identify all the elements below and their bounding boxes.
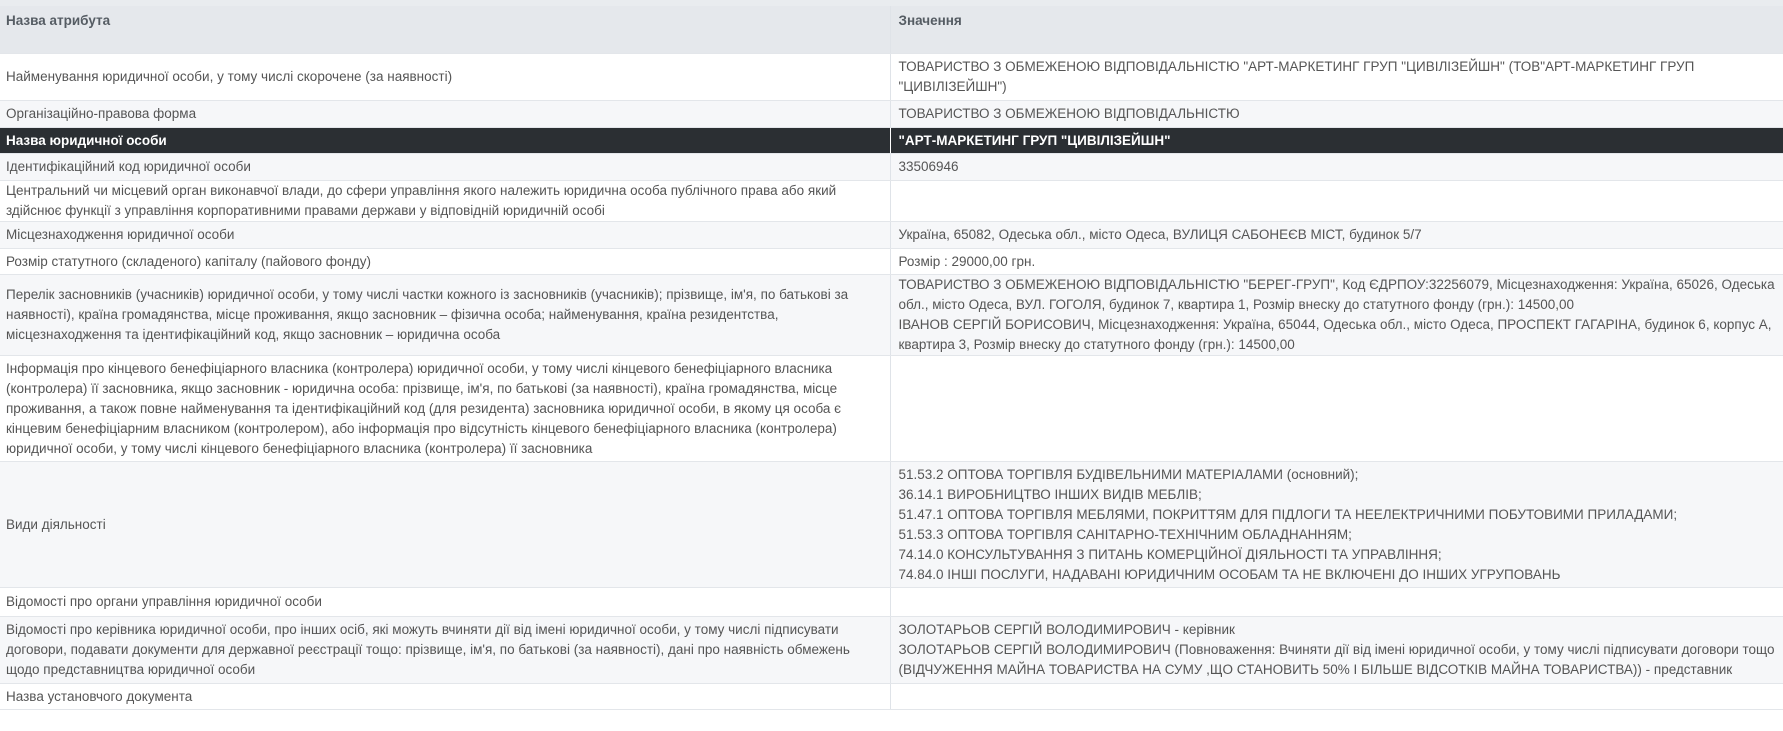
table-row: Центральний чи місцевий орган виконавчої… [0,180,1783,222]
table-header-row: Назва атрибута Значення [0,6,1783,54]
row-value: "АРТ-МАРКЕТИНГ ГРУП "ЦИВІЛІЗЕЙШН" [890,127,1783,154]
table-row: Види діяльності 51.53.2 ОПТОВА ТОРГІВЛЯ … [0,461,1783,588]
row-value [890,355,1783,462]
activity-line: 74.84.0 ІНШІ ПОСЛУГИ, НАДАВАНІ ЮРИДИЧНИМ… [898,566,1561,582]
activity-line: 51.47.1 ОПТОВА ТОРГІВЛЯ МЕБЛЯМИ, ПОКРИТТ… [898,506,1678,522]
row-value: ТОВАРИСТВО З ОБМЕЖЕНОЮ ВІДПОВІДАЛЬНІСТЮ … [890,53,1783,101]
row-value: ЗОЛОТАРЬОВ СЕРГІЙ ВОЛОДИМИРОВИЧ - керівн… [890,616,1783,684]
table-row: Відомості про керівника юридичної особи,… [0,616,1783,684]
row-value [890,587,1783,617]
activity-line: 36.14.1 ВИРОБНИЦТВО ІНШИХ ВИДІВ МЕБЛІВ; [898,486,1202,502]
activity-line: 51.53.2 ОПТОВА ТОРГІВЛЯ БУДІВЕЛЬНИМИ МАТ… [898,466,1359,482]
table-row-highlighted: Назва юридичної особи "АРТ-МАРКЕТИНГ ГРУ… [0,127,1783,154]
table-row: Ідентифікаційний код юридичної особи 335… [0,153,1783,181]
row-value: Розмір : 29000,00 грн. [890,248,1783,275]
registry-page: Назва атрибута Значення Найменування юри… [0,0,1783,731]
row-value: Україна, 65082, Одеська обл., місто Одес… [890,221,1783,249]
row-attribute: Найменування юридичної особи, у тому чис… [0,53,891,101]
founder-line: ІВАНОВ СЕРГІЙ БОРИСОВИЧ, Місцезнаходженн… [898,317,1772,352]
row-value [890,683,1783,710]
table-row: Місцезнаходження юридичної особи Україна… [0,221,1783,249]
attributes-table: Назва атрибута Значення Найменування юри… [0,6,1783,710]
row-attribute: Відомості про керівника юридичної особи,… [0,616,891,684]
row-attribute: Місцезнаходження юридичної особи [0,221,891,249]
table-row: Найменування юридичної особи, у тому чис… [0,53,1783,101]
row-attribute: Перелік засновників (учасників) юридично… [0,274,891,356]
row-attribute: Назва юридичної особи [0,127,891,154]
row-value: ТОВАРИСТВО З ОБМЕЖЕНОЮ ВІДПОВІДАЛЬНІСТЮ … [890,274,1783,356]
table-row: Інформація про кінцевого бенефіціарного … [0,355,1783,462]
row-attribute: Організаційно-правова форма [0,100,891,128]
head-line: ЗОЛОТАРЬОВ СЕРГІЙ ВОЛОДИМИРОВИЧ - керівн… [898,622,1235,637]
row-value: 33506946 [890,153,1783,181]
row-attribute: Інформація про кінцевого бенефіціарного … [0,355,891,462]
founder-line: ТОВАРИСТВО З ОБМЕЖЕНОЮ ВІДПОВІДАЛЬНІСТЮ … [898,277,1775,312]
row-value: 51.53.2 ОПТОВА ТОРГІВЛЯ БУДІВЕЛЬНИМИ МАТ… [890,461,1783,588]
head-line: ЗОЛОТАРЬОВ СЕРГІЙ ВОЛОДИМИРОВИЧ (Повнова… [898,642,1775,677]
row-attribute: Розмір статутного (складеного) капіталу … [0,248,891,275]
table-row: Назва установчого документа [0,683,1783,710]
row-value [890,180,1783,222]
row-attribute: Центральний чи місцевий орган виконавчої… [0,180,891,222]
row-value: ТОВАРИСТВО З ОБМЕЖЕНОЮ ВІДПОВІДАЛЬНІСТЮ [890,100,1783,128]
table-row: Організаційно-правова форма ТОВАРИСТВО З… [0,100,1783,128]
table-row: Перелік засновників (учасників) юридично… [0,274,1783,356]
row-attribute: Назва установчого документа [0,683,891,710]
row-attribute: Ідентифікаційний код юридичної особи [0,153,891,181]
attribute-column-header: Назва атрибута [0,6,891,54]
table-row: Відомості про органи управління юридично… [0,587,1783,617]
value-column-header: Значення [890,6,1783,54]
activity-line: 51.53.3 ОПТОВА ТОРГІВЛЯ САНІТАРНО-ТЕХНІЧ… [898,526,1352,542]
activity-line: 74.14.0 КОНСУЛЬТУВАННЯ З ПИТАНЬ КОМЕРЦІЙ… [898,546,1442,562]
row-attribute: Види діяльності [0,461,891,588]
table-row: Розмір статутного (складеного) капіталу … [0,248,1783,275]
row-attribute: Відомості про органи управління юридично… [0,587,891,617]
